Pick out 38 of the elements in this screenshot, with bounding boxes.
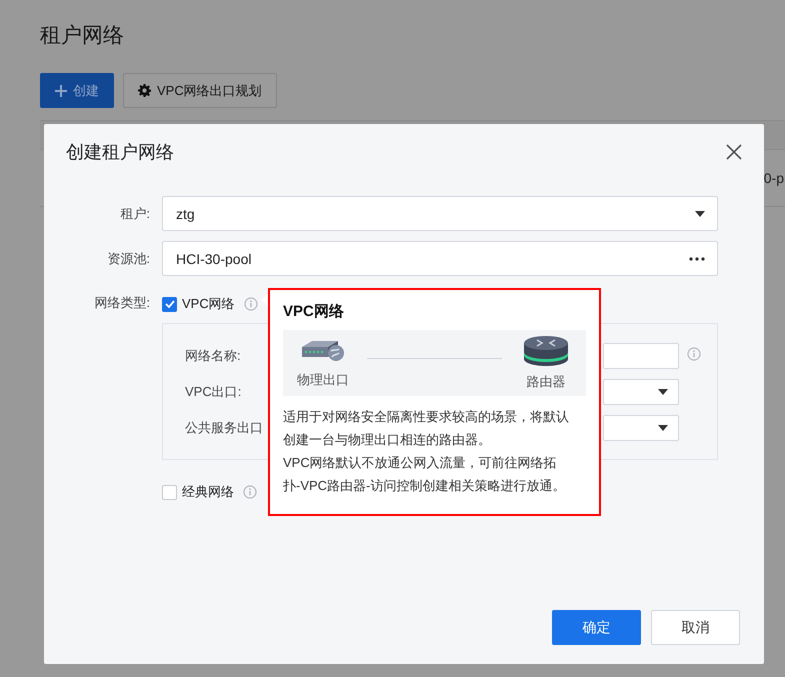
create-button[interactable]: 创建: [40, 73, 114, 108]
caret-icon: [695, 210, 705, 216]
node-label: 物理出口: [297, 371, 349, 389]
field-label: 租户:: [119, 204, 150, 222]
input-field[interactable]: [603, 343, 679, 369]
table-cell: 0-p: [764, 170, 784, 186]
tooltip-text: VPC网络默认不放通公网入流量，可前往网络拓扑-VPC路由器-访问控制创建相关策略进行放通。: [283, 454, 566, 495]
dialog-title: 创建租户网络: [66, 141, 174, 164]
checkbox-label: VPC网络: [182, 295, 235, 313]
caret-icon: [658, 425, 668, 431]
select-field[interactable]: [603, 379, 679, 405]
checkbox[interactable]: [162, 296, 177, 312]
node-label: 路由器: [526, 373, 566, 391]
plus-icon: [55, 84, 67, 96]
field-label: 资源池:: [106, 250, 150, 268]
caret-icon: [658, 389, 668, 395]
select-field[interactable]: [603, 415, 679, 441]
checkbox[interactable]: [162, 484, 177, 500]
checkbox-label: 经典网络: [182, 483, 234, 501]
tooltip-title: VPC网络: [283, 302, 345, 321]
info-icon[interactable]: [687, 346, 701, 360]
field-label: VPC出口:: [185, 383, 242, 401]
tooltip-text: 适用于对网络安全隔离性要求较高的场景，将默认创建一台与物理出口相连的路由器。: [283, 408, 570, 449]
field-label: 网络类型:: [93, 294, 150, 312]
cancel-button[interactable]: 取消: [651, 610, 740, 645]
field-label: 网络名称:: [185, 347, 241, 365]
toolbar-button[interactable]: VPC网络出口规划: [123, 73, 277, 108]
more-icon: [689, 256, 705, 260]
info-icon[interactable]: [244, 297, 258, 311]
close-icon[interactable]: [726, 144, 742, 160]
confirm-button[interactable]: 确定: [552, 610, 641, 645]
input-field[interactable]: HCI-30-pool: [162, 241, 718, 276]
gear-icon: [138, 84, 151, 97]
page-title: 租户网络: [40, 23, 125, 49]
info-icon[interactable]: [243, 485, 257, 499]
router-icon: [523, 335, 569, 367]
select-field[interactable]: ztg: [162, 196, 718, 231]
field-label: 公共服务出口: [185, 419, 263, 437]
